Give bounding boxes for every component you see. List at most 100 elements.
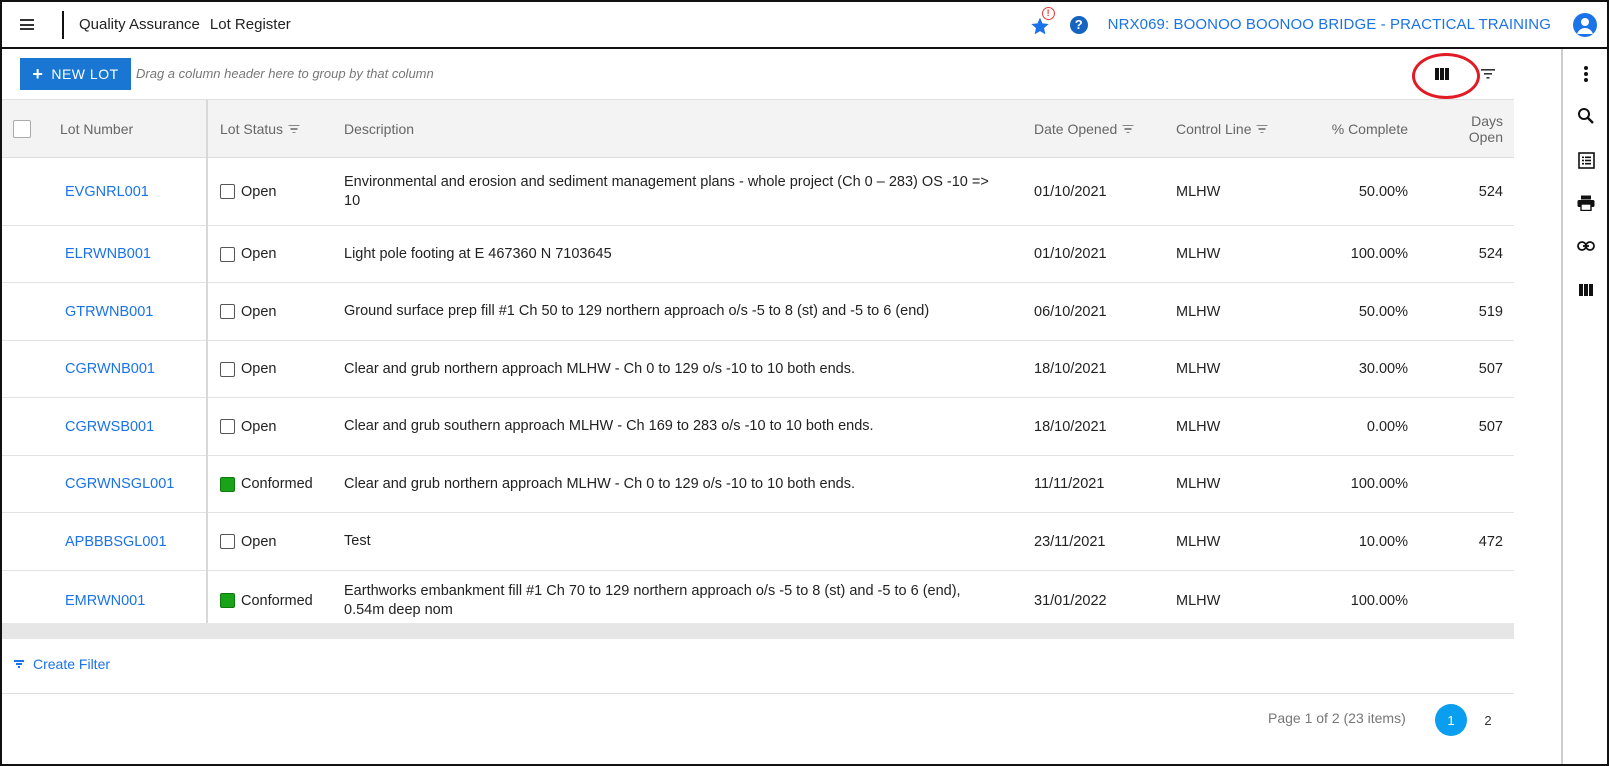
control-line-cell: MLHW <box>1176 303 1221 320</box>
footer-divider <box>2 693 1514 694</box>
create-filter-link[interactable]: Create Filter <box>14 656 110 672</box>
header-lot-number-label: Lot Number <box>60 121 134 137</box>
header-date-opened-label: Date Opened <box>1034 121 1118 137</box>
description-cell: Ground surface prep fill #1 Ch 50 to 129… <box>344 303 930 319</box>
header-control-line-label: Control Line <box>1176 121 1252 137</box>
project-selector[interactable]: NRX069: BOONOO BOONOO BRIDGE - PRACTICAL… <box>1108 16 1551 33</box>
date-opened-cell: 01/10/2021 <box>1034 183 1107 200</box>
control-line-cell: MLHW <box>1176 183 1221 200</box>
favorites-star-icon[interactable]: ! <box>1030 6 1055 37</box>
topbar-divider <box>62 10 64 39</box>
date-opened-cell: 23/11/2021 <box>1034 533 1106 550</box>
header-lot-number[interactable]: Lot Number <box>60 100 200 158</box>
column-filter-icon[interactable] <box>288 124 300 134</box>
header-percent-complete-label: % Complete <box>1331 121 1408 137</box>
column-chooser-rail-icon[interactable] <box>1575 279 1597 301</box>
header-description[interactable]: Description <box>344 100 944 158</box>
frozen-column-divider <box>206 100 208 623</box>
header-description-label: Description <box>344 121 415 137</box>
right-action-rail <box>1561 49 1607 764</box>
new-lot-label: NEW LOT <box>51 66 119 82</box>
lot-number-link[interactable]: CGRWNB001 <box>65 341 205 397</box>
date-opened-cell: 01/10/2021 <box>1034 246 1107 262</box>
group-panel-hint[interactable]: Drag a column header here to group by th… <box>136 66 434 81</box>
table-row[interactable]: APBBBSGL001 Open Test 23/11/2021 MLHW 10.00% 4… <box>2 513 1514 571</box>
print-icon[interactable] <box>1575 192 1597 214</box>
lot-status-label: Open <box>241 183 277 200</box>
lot-number-link[interactable]: APBBBSGL001 <box>65 513 205 570</box>
top-app-bar: Quality Assurance Lot Register ! ? NRX06… <box>2 2 1607 49</box>
lot-number-link[interactable]: EMRWN001 <box>65 571 205 630</box>
days-open-cell: 507 <box>1478 361 1503 377</box>
lot-status-cell: Open <box>220 158 340 225</box>
help-icon[interactable]: ? <box>1069 15 1088 34</box>
lot-number-link[interactable]: CGRWNSGL001 <box>65 456 205 512</box>
plus-icon: + <box>32 63 44 84</box>
header-percent-complete[interactable]: % Complete <box>1292 100 1408 158</box>
lot-status-cell: Conformed <box>220 571 340 630</box>
percent-complete-cell: 50.00% <box>1358 303 1408 320</box>
status-open-icon <box>220 534 235 549</box>
header-lot-status[interactable]: Lot Status <box>220 100 340 158</box>
more-options-icon[interactable] <box>1575 63 1597 85</box>
percent-complete-cell: 100.00% <box>1350 246 1408 262</box>
table-row[interactable]: EVGNRL001 Open Environmental and erosion a… <box>2 158 1514 226</box>
lot-status-cell: Open <box>220 283 340 340</box>
percent-complete-cell: 100.00% <box>1350 592 1408 609</box>
lot-status-label: Open <box>241 418 277 435</box>
lot-status-label: Conformed <box>241 476 313 492</box>
percent-complete-cell: 0.00% <box>1366 418 1408 435</box>
lot-status-label: Open <box>241 303 277 320</box>
table-row[interactable]: EMRWN001 Conformed Earthworks embankment f… <box>2 571 1514 631</box>
select-all-checkbox[interactable] <box>13 120 31 138</box>
notification-badge: ! <box>1041 6 1055 20</box>
days-open-cell <box>1422 571 1503 630</box>
date-opened-cell: 18/10/2021 <box>1034 418 1107 435</box>
lot-number-link[interactable]: EVGNRL001 <box>65 158 205 225</box>
status-conformed-icon <box>220 476 235 492</box>
lot-number-link[interactable]: GTRWNB001 <box>65 283 205 340</box>
page-button-1[interactable]: 1 <box>1435 704 1467 736</box>
table-row[interactable]: CGRWNSGL001 Conformed Clear and grub north… <box>2 456 1514 513</box>
new-lot-button[interactable]: + NEW LOT <box>20 58 131 90</box>
table-row[interactable]: GTRWNB001 Open Ground surface prep fill #1… <box>2 283 1514 341</box>
percent-complete-cell: 50.00% <box>1358 183 1408 200</box>
description-cell: Clear and grub northern approach MLHW - … <box>344 360 856 377</box>
header-days-open[interactable]: Days Open <box>1422 100 1503 158</box>
lot-status-cell: Open <box>220 513 340 570</box>
page-button-2[interactable]: 2 <box>1472 704 1504 736</box>
header-control-line[interactable]: Control Line <box>1176 100 1296 158</box>
lot-number-link[interactable]: ELRWNB001 <box>65 226 205 282</box>
create-filter-label: Create Filter <box>33 656 111 672</box>
menu-icon[interactable] <box>2 1 52 48</box>
control-line-cell: MLHW <box>1176 533 1221 550</box>
days-open-cell: 519 <box>1478 303 1503 320</box>
column-chooser-icon[interactable] <box>1434 66 1450 82</box>
table-row[interactable]: CGRWNB001 Open Clear and grub northern app… <box>2 341 1514 398</box>
list-view-icon[interactable] <box>1575 149 1597 171</box>
description-cell: Clear and grub northern approach MLHW - … <box>344 475 856 492</box>
lot-status-label: Conformed <box>241 592 313 609</box>
status-open-icon <box>220 304 235 319</box>
breadcrumb-page: Lot Register <box>209 16 291 33</box>
date-opened-cell: 11/11/2021 <box>1034 476 1105 492</box>
header-days-open-label-1: Days <box>1471 113 1503 129</box>
breadcrumb-section: Quality Assurance <box>79 16 200 33</box>
header-date-opened[interactable]: Date Opened <box>1034 100 1174 158</box>
days-open-cell: 472 <box>1478 533 1503 550</box>
filter-icon[interactable] <box>1480 67 1496 81</box>
column-filter-icon[interactable] <box>1122 124 1134 134</box>
user-avatar-icon[interactable] <box>1573 12 1597 37</box>
search-icon[interactable] <box>1575 105 1597 127</box>
lot-number-link[interactable]: CGRWSB001 <box>65 398 205 455</box>
horizontal-scrollbar[interactable] <box>2 623 1514 639</box>
column-filter-icon[interactable] <box>1256 124 1268 134</box>
days-open-cell <box>1422 456 1503 512</box>
days-open-cell: 507 <box>1478 418 1503 435</box>
lot-status-label: Open <box>241 361 277 377</box>
status-open-icon <box>220 361 235 377</box>
link-icon[interactable] <box>1575 235 1597 257</box>
table-row[interactable]: CGRWSB001 Open Clear and grub southern app… <box>2 398 1514 456</box>
table-row[interactable]: ELRWNB001 Open Light pole footing at E 467… <box>2 226 1514 283</box>
description-cell: Test <box>344 533 371 549</box>
